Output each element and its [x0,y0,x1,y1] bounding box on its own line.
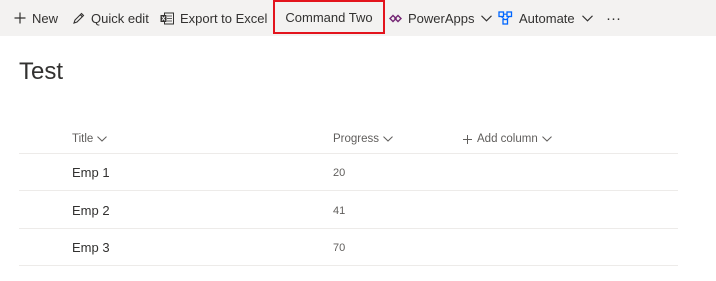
row-divider [19,265,678,266]
row-title-cell[interactable]: Emp 2 [72,203,110,218]
chevron-down-icon [581,14,593,22]
add-column-button[interactable]: Add column [463,130,552,148]
plus-icon [14,12,26,24]
automate-icon [498,11,513,25]
chevron-down-icon [541,136,552,142]
row-progress-cell: 41 [333,205,346,217]
column-header-progress-label: Progress [333,133,380,145]
row-title-cell[interactable]: Emp 1 [72,165,110,180]
quick-edit-label: Quick edit [91,10,149,26]
row-progress-cell: 70 [333,242,346,254]
automate-label: Automate [519,10,575,26]
plus-icon [463,134,472,144]
export-to-excel-button[interactable]: Export to Excel [160,0,267,36]
chevron-down-icon [97,136,108,142]
powerapps-label: PowerApps [408,10,475,26]
export-to-excel-label: Export to Excel [180,10,268,26]
row-divider [19,190,678,191]
column-header-progress[interactable]: Progress [333,130,393,148]
excel-icon [160,12,174,25]
add-column-label: Add column [477,133,538,145]
powerapps-icon [389,13,402,24]
command-two-button[interactable]: Command Two [273,0,385,34]
command-two-label: Command Two [285,9,373,25]
page-title: Test [19,58,64,85]
command-bar: New Quick edit Export to Excel Command T… [0,0,716,36]
column-header-title[interactable]: Title [72,130,108,148]
header-divider [19,153,678,154]
column-header-title-label: Title [72,133,94,145]
automate-menu[interactable]: Automate [498,0,593,36]
row-title-cell[interactable]: Emp 3 [72,240,110,255]
new-button-label: New [32,10,59,26]
new-button[interactable]: New [14,0,58,36]
more-icon: ··· [606,9,621,27]
powerapps-menu[interactable]: PowerApps [389,0,493,36]
row-divider [19,228,678,229]
row-progress-cell: 20 [333,167,346,179]
quick-edit-button[interactable]: Quick edit [72,0,149,36]
more-options-button[interactable]: ··· [606,0,621,36]
chevron-down-icon [383,136,393,142]
pencil-icon [72,12,85,25]
chevron-down-icon [481,14,493,22]
